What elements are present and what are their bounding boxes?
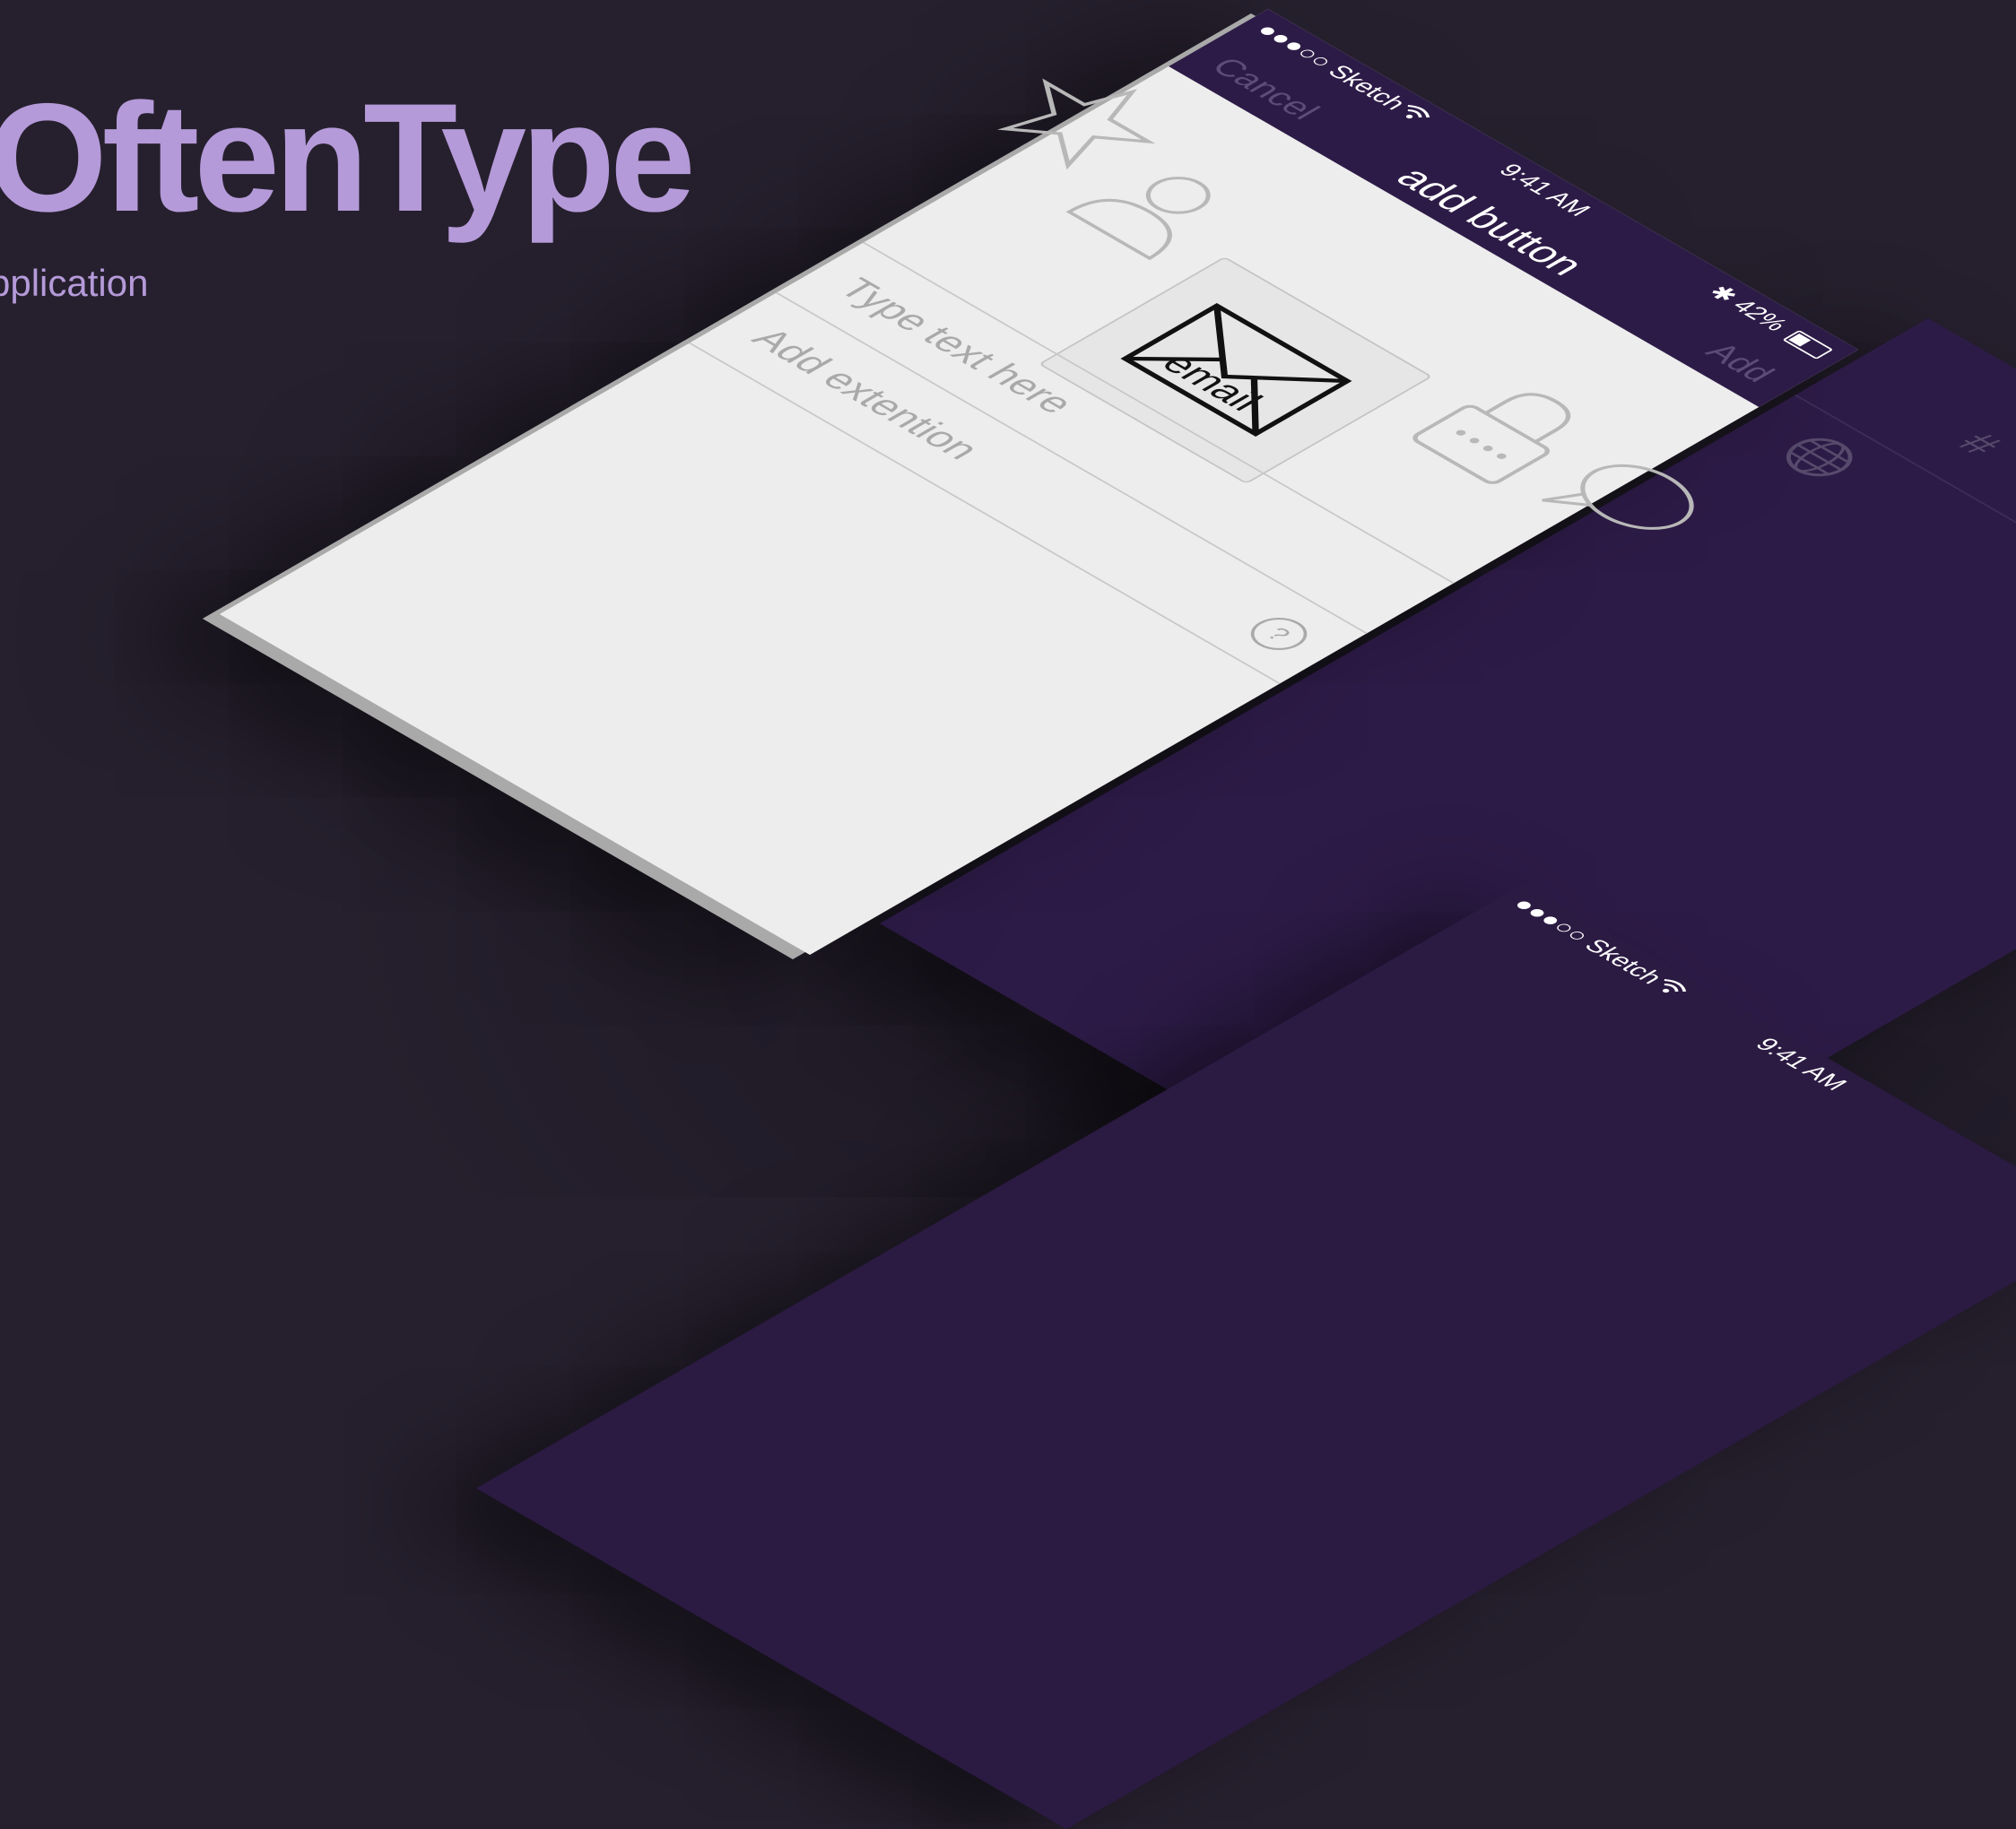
brand-title: OftenType — [0, 72, 696, 244]
globe-icon[interactable] — [1765, 426, 1873, 489]
brand-subtitle: pplication — [0, 262, 149, 304]
hash-key[interactable]: # — [1948, 426, 2012, 463]
svg-text:?: ? — [1261, 624, 1297, 645]
help-icon[interactable]: ? — [1236, 609, 1323, 659]
